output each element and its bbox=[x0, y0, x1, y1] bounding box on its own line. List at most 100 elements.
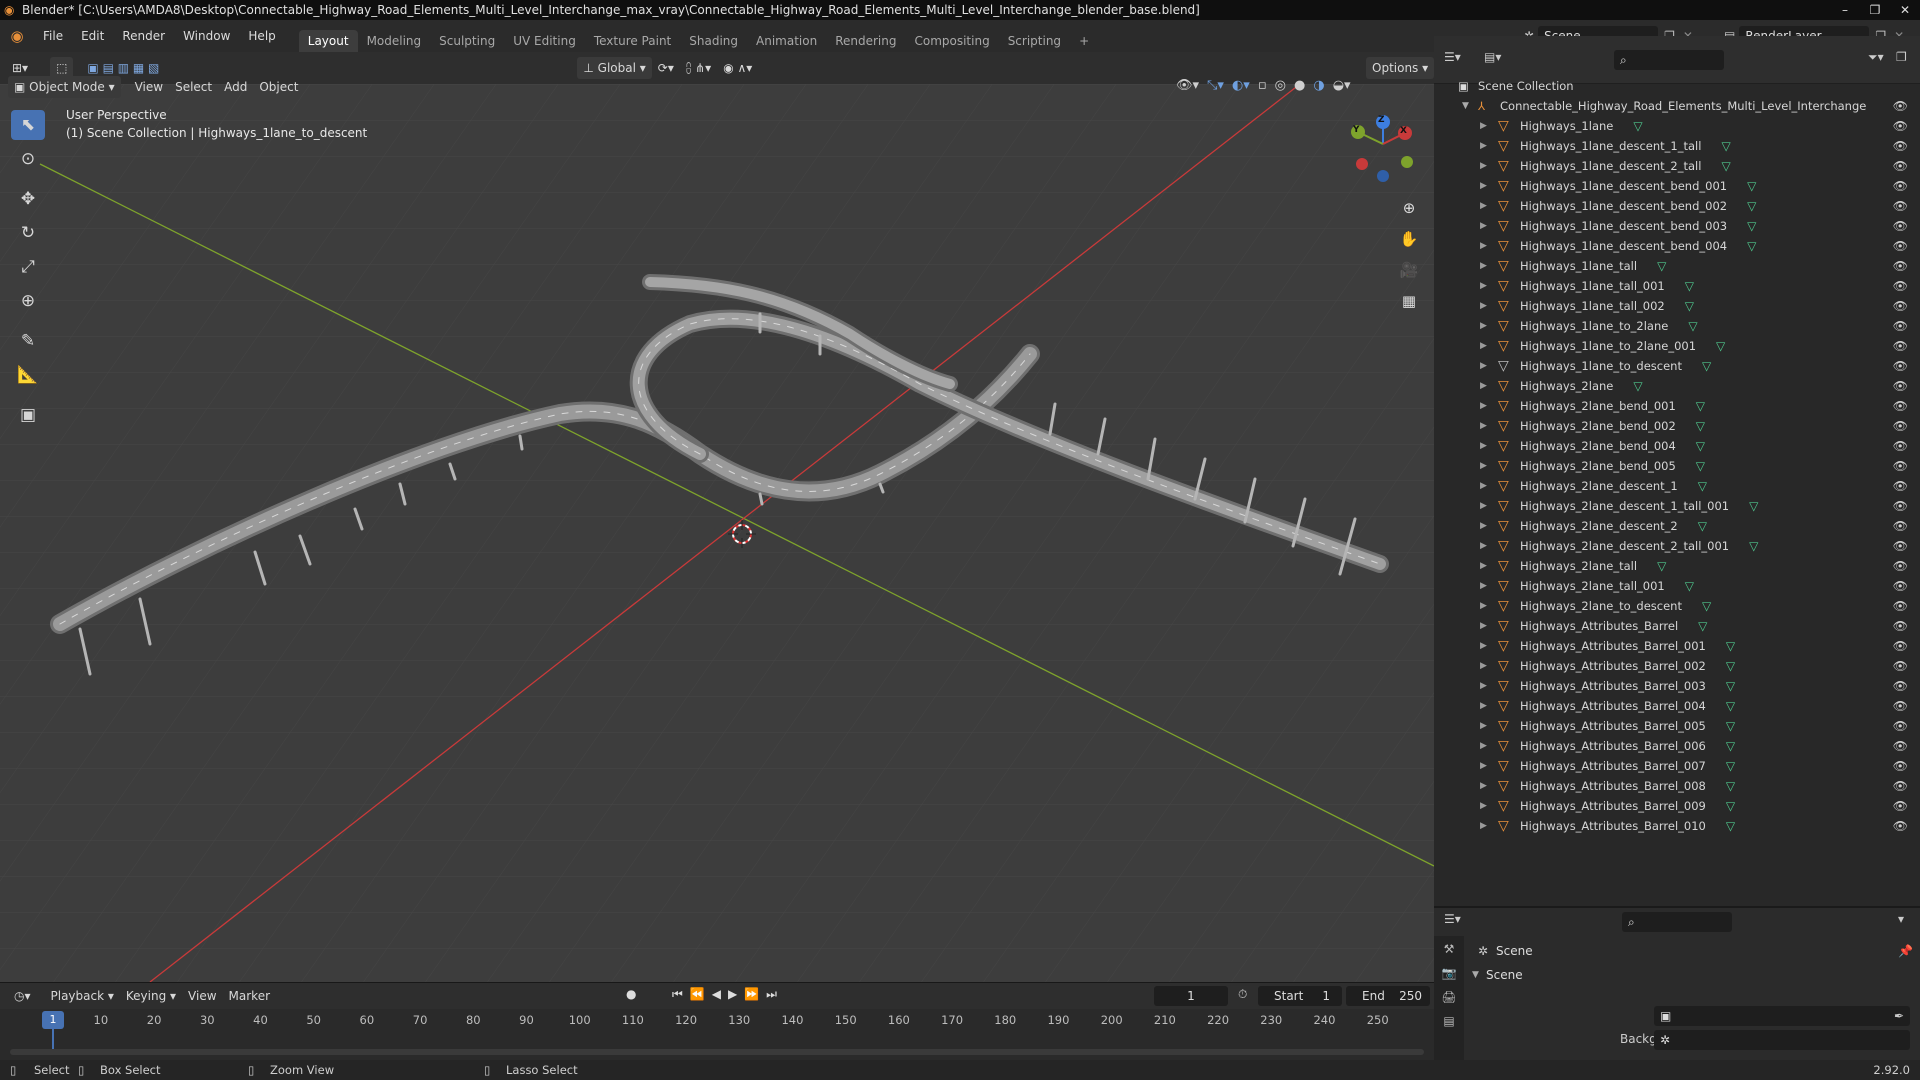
timeline-editor-type-icon[interactable]: ◷▾ bbox=[8, 985, 37, 1007]
menu-render[interactable]: Render bbox=[113, 20, 174, 52]
snap-icon[interactable]: ⩉ ⋔▾ bbox=[680, 57, 717, 79]
maximize-icon[interactable]: ❐ bbox=[1860, 0, 1890, 20]
proportional-edit-icon[interactable]: ◉ ∧▾ bbox=[717, 57, 758, 79]
expand-icon[interactable]: ▶ bbox=[1480, 156, 1487, 176]
visibility-eye-icon[interactable]: 👁 bbox=[1893, 496, 1908, 516]
visibility-eye-icon[interactable]: 👁 bbox=[1893, 676, 1908, 696]
new-collection-icon[interactable]: ❐ bbox=[1896, 50, 1907, 64]
outliner-editor-type-icon[interactable]: ☰▾ bbox=[1444, 50, 1461, 64]
mesh-data-icon[interactable]: ▽ bbox=[1696, 439, 1705, 453]
mesh-data-icon[interactable]: ▽ bbox=[1702, 359, 1711, 373]
expand-icon[interactable]: ▶ bbox=[1480, 196, 1487, 216]
expand-icon[interactable]: ▶ bbox=[1480, 476, 1487, 496]
pin-icon[interactable]: 📌 bbox=[1898, 944, 1913, 958]
tab-rendering[interactable]: Rendering bbox=[826, 30, 905, 52]
visibility-eye-icon[interactable]: 👁 bbox=[1893, 136, 1908, 156]
visibility-eye-icon[interactable]: 👁 bbox=[1893, 256, 1908, 276]
outliner-item[interactable]: ▶ ▽ Highways_1lane_descent_2_tall ▽ 👁 bbox=[1434, 156, 1920, 176]
outliner-item[interactable]: ▶ ▽ Highways_1lane_to_2lane_001 ▽ 👁 bbox=[1434, 336, 1920, 356]
expand-icon[interactable]: ▶ bbox=[1480, 136, 1487, 156]
expand-icon[interactable]: ▶ bbox=[1480, 316, 1487, 336]
filter-icon[interactable]: ⏷▾ bbox=[1868, 50, 1884, 65]
outliner-search-input[interactable]: ⌕ bbox=[1614, 50, 1724, 70]
expand-icon[interactable]: ▶ bbox=[1480, 256, 1487, 276]
view-layer-tab-icon[interactable]: ▤ bbox=[1434, 1014, 1464, 1028]
outliner-item[interactable]: ▶ ▽ Highways_Attributes_Barrel_008 ▽ 👁 bbox=[1434, 776, 1920, 796]
menu-select[interactable]: Select bbox=[169, 76, 218, 98]
visibility-eye-icon[interactable]: 👁 bbox=[1893, 276, 1908, 296]
outliner-item[interactable]: ▶ ▽ Highways_Attributes_Barrel_002 ▽ 👁 bbox=[1434, 656, 1920, 676]
tab-animation[interactable]: Animation bbox=[747, 30, 826, 52]
end-frame-field[interactable]: End 250 bbox=[1346, 986, 1430, 1006]
expand-icon[interactable]: ▶ bbox=[1480, 536, 1487, 556]
visibility-eye-icon[interactable]: 👁 bbox=[1893, 396, 1908, 416]
outliner-item[interactable]: ▶ ▽ Highways_1lane_descent_1_tall ▽ 👁 bbox=[1434, 136, 1920, 156]
move-icon[interactable]: ✥ bbox=[11, 184, 45, 214]
output-tab-icon[interactable]: 🖨 bbox=[1434, 990, 1464, 1004]
outliner-item[interactable]: ▶ ▽ Highways_Attributes_Barrel_001 ▽ 👁 bbox=[1434, 636, 1920, 656]
outliner-item[interactable]: ▶ ▽ Highways_2lane_descent_2 ▽ 👁 bbox=[1434, 516, 1920, 536]
tab-layout[interactable]: Layout bbox=[298, 30, 358, 52]
outliner-item[interactable]: ▶ ▽ Highways_1lane_to_2lane ▽ 👁 bbox=[1434, 316, 1920, 336]
shading-wireframe-icon[interactable]: ◎ bbox=[1275, 78, 1286, 93]
playhead-frame[interactable]: 1 bbox=[42, 1011, 64, 1029]
grid-ortho-icon[interactable]: ▦ bbox=[1395, 287, 1423, 315]
shading-solid-icon[interactable]: ● bbox=[1294, 78, 1305, 93]
mesh-data-icon[interactable]: ▽ bbox=[1747, 179, 1756, 193]
pivot-point-icon[interactable]: ⟳▾ bbox=[652, 57, 680, 79]
mesh-data-icon[interactable]: ▽ bbox=[1726, 739, 1735, 753]
close-icon[interactable]: ✕ bbox=[1890, 0, 1920, 20]
visibility-eye-icon[interactable]: 👁 bbox=[1893, 576, 1908, 596]
tab-scripting[interactable]: Scripting bbox=[999, 30, 1070, 52]
expand-icon[interactable]: ▶ bbox=[1480, 376, 1487, 396]
scene-panel-title[interactable]: Scene bbox=[1486, 968, 1523, 982]
outliner-item[interactable]: ▶ ▽ Highways_1lane_descent_bend_003 ▽ 👁 bbox=[1434, 216, 1920, 236]
outliner-item[interactable]: ▶ ▽ Highways_Attributes_Barrel ▽ 👁 bbox=[1434, 616, 1920, 636]
gizmo-toggle-icon[interactable]: ⤡▾ bbox=[1207, 78, 1224, 93]
expand-icon[interactable]: ▶ bbox=[1480, 596, 1487, 616]
expand-icon[interactable]: ▶ bbox=[1480, 416, 1487, 436]
timeline-scrollbar[interactable] bbox=[10, 1049, 1424, 1055]
expand-icon[interactable]: ▶ bbox=[1480, 216, 1487, 236]
outliner-item[interactable]: ▶ ▽ Highways_1lane_descent_bend_001 ▽ 👁 bbox=[1434, 176, 1920, 196]
select-box-icon[interactable]: ⬉ bbox=[11, 110, 45, 140]
cursor-icon[interactable]: ⊙ bbox=[11, 144, 45, 174]
menu-file[interactable]: File bbox=[34, 20, 72, 52]
mesh-data-icon[interactable]: ▽ bbox=[1657, 559, 1666, 573]
expand-icon[interactable]: ▶ bbox=[1480, 516, 1487, 536]
properties-editor-type-icon[interactable]: ☰▾ bbox=[1444, 912, 1461, 926]
mesh-data-icon[interactable]: ▽ bbox=[1726, 679, 1735, 693]
mesh-data-icon[interactable]: ▽ bbox=[1749, 539, 1758, 553]
hand-pan-icon[interactable]: ✋ bbox=[1395, 225, 1423, 253]
visibility-eye-icon[interactable]: 👁 bbox=[1893, 336, 1908, 356]
mesh-data-icon[interactable]: ▽ bbox=[1696, 399, 1705, 413]
expand-icon[interactable]: ▶ bbox=[1480, 276, 1487, 296]
mode-dropdown[interactable]: ▣ Object Mode ▾ bbox=[8, 76, 121, 98]
menu-add[interactable]: Add bbox=[218, 76, 253, 98]
outliner-item[interactable]: ▶ ▽ Highways_2lane_bend_005 ▽ 👁 bbox=[1434, 456, 1920, 476]
frame-ruler[interactable]: 1102030405060708090100110120130140150160… bbox=[0, 1011, 1434, 1029]
properties-options-icon[interactable]: ▾ bbox=[1898, 912, 1904, 926]
outliner-item[interactable]: ▶ ▽ Highways_1lane_tall ▽ 👁 bbox=[1434, 256, 1920, 276]
record-icon[interactable]: ● bbox=[626, 987, 636, 1001]
menu-object[interactable]: Object bbox=[253, 76, 304, 98]
visibility-eye-icon[interactable]: 👁 bbox=[1893, 796, 1908, 816]
expand-icon[interactable]: ▶ bbox=[1480, 456, 1487, 476]
mesh-data-icon[interactable]: ▽ bbox=[1747, 219, 1756, 233]
visibility-eye-icon[interactable]: 👁 bbox=[1893, 176, 1908, 196]
mesh-data-icon[interactable]: ▽ bbox=[1685, 279, 1694, 293]
expand-icon[interactable]: ▶ bbox=[1480, 116, 1487, 136]
visibility-eye-icon[interactable]: 👁 bbox=[1893, 96, 1908, 116]
camera-field[interactable]: ▣ ✒ bbox=[1654, 1006, 1910, 1026]
visibility-eye-icon[interactable]: 👁 bbox=[1893, 356, 1908, 376]
mesh-data-icon[interactable]: ▽ bbox=[1747, 239, 1756, 253]
playback-controls[interactable]: ⏮⏪◀▶⏩⏭ bbox=[672, 987, 784, 1002]
visibility-eye-icon[interactable]: 👁 bbox=[1893, 596, 1908, 616]
mesh-data-icon[interactable]: ▽ bbox=[1749, 499, 1758, 513]
outliner-item[interactable]: ▶ ▽ Highways_Attributes_Barrel_006 ▽ 👁 bbox=[1434, 736, 1920, 756]
rotate-icon[interactable]: ↻ bbox=[11, 218, 45, 248]
menu-edit[interactable]: Edit bbox=[72, 20, 113, 52]
mesh-data-icon[interactable]: ▽ bbox=[1633, 379, 1642, 393]
visibility-eye-icon[interactable]: 👁 bbox=[1893, 376, 1908, 396]
outliner-item[interactable]: ▶ ▽ Highways_Attributes_Barrel_005 ▽ 👁 bbox=[1434, 716, 1920, 736]
